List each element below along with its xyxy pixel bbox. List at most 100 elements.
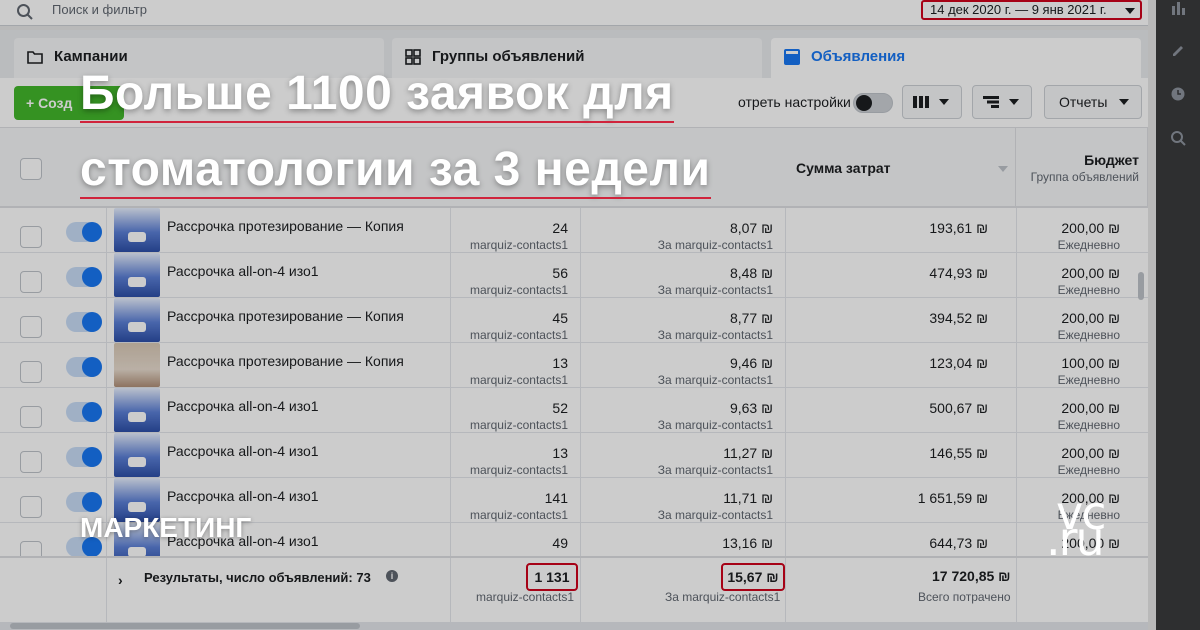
results-sublabel: marquiz-contacts1: [469, 238, 568, 252]
table-row[interactable]: Рассрочка all-on-4 изо1 56 marquiz-contact…: [0, 253, 1148, 298]
headline-underline: [80, 121, 674, 123]
view-settings-toggle[interactable]: [853, 93, 893, 113]
cost-sublabel: За marquiz-contacts1: [657, 418, 773, 432]
info-icon[interactable]: i: [386, 570, 398, 582]
vc-ru-logo: vc .ru: [1046, 486, 1126, 566]
tab-ads[interactable]: Объявления: [771, 38, 1141, 78]
cost-per-result: 11,27 ₪: [723, 445, 773, 461]
ad-toggle[interactable]: [66, 222, 102, 242]
columns-icon: [913, 96, 929, 108]
ad-toggle[interactable]: [66, 492, 102, 512]
divider: [1016, 558, 1017, 624]
table-row[interactable]: Рассрочка протезирование — Копия 24 marqui…: [0, 208, 1148, 253]
breakdown-icon: [983, 96, 999, 108]
cost-sublabel: За marquiz-contacts1: [657, 238, 773, 252]
toggle-knob: [82, 267, 102, 287]
ad-toggle[interactable]: [66, 357, 102, 377]
select-all-checkbox[interactable]: [20, 158, 42, 180]
amount-spent: 394,52 ₪: [929, 310, 988, 326]
ad-name[interactable]: Рассрочка all-on-4 изо1: [167, 263, 319, 279]
column-label: Бюджет: [1084, 152, 1139, 168]
bar-chart-icon[interactable]: [1170, 0, 1186, 16]
date-range-picker[interactable]: 14 дек 2020 г. — 9 янв 2021 г.: [921, 0, 1142, 20]
results-sublabel: marquiz-contacts1: [469, 283, 568, 297]
amount-spent: 644,73 ₪: [929, 535, 988, 551]
ad-thumbnail: [114, 388, 160, 432]
cost-per-result: 11,71 ₪: [723, 490, 773, 506]
right-rail: [1156, 0, 1200, 630]
reports-button[interactable]: Отчеты: [1044, 85, 1142, 119]
chevron-down-icon: [1125, 8, 1135, 14]
cost-sublabel: За marquiz-contacts1: [657, 463, 773, 477]
budget-sublabel: Ежедневно: [1057, 238, 1120, 252]
ad-name[interactable]: Рассрочка all-on-4 изо1: [167, 398, 319, 414]
tooth-graphic: [128, 232, 146, 242]
results-value: 141: [544, 490, 568, 506]
results-sublabel: marquiz-contacts1: [469, 373, 568, 387]
column-header-budget[interactable]: Бюджет Группа объявлений: [1016, 128, 1148, 208]
toggle-knob: [82, 447, 102, 467]
ad-icon: [784, 49, 800, 65]
toggle-knob: [82, 312, 102, 332]
row-checkbox[interactable]: [20, 451, 42, 473]
scrollbar-thumb[interactable]: [10, 623, 360, 629]
ad-name[interactable]: Рассрочка протезирование — Копия: [167, 218, 404, 234]
ad-toggle[interactable]: [66, 447, 102, 467]
table-row[interactable]: Рассрочка all-on-4 изо1 13 marquiz-contact…: [0, 433, 1148, 478]
results-total-sublabel: marquiz-contacts1: [476, 590, 575, 604]
divider: [450, 558, 451, 624]
row-checkbox[interactable]: [20, 496, 42, 518]
ad-thumbnail: [114, 343, 160, 387]
column-sublabel: Группа объявлений: [1030, 170, 1139, 184]
tooth-graphic: [128, 457, 146, 467]
divider: [106, 558, 107, 624]
ad-name[interactable]: Рассрочка all-on-4 изо1: [167, 488, 319, 504]
edit-icon[interactable]: [1170, 42, 1186, 58]
category-label: МАРКЕТИНГ: [80, 512, 252, 543]
ad-name[interactable]: Рассрочка протезирование — Копия: [167, 308, 404, 324]
ad-name[interactable]: Рассрочка all-on-4 изо1: [167, 443, 319, 459]
view-settings-label: отреть настройки: [738, 94, 851, 110]
ad-toggle[interactable]: [66, 312, 102, 332]
columns-button[interactable]: [902, 85, 962, 119]
amount-spent: 1 651,59 ₪: [917, 490, 988, 506]
row-checkbox[interactable]: [20, 361, 42, 383]
breakdown-button[interactable]: [972, 85, 1032, 119]
vertical-scrollbar[interactable]: [1138, 272, 1144, 300]
ad-name[interactable]: Рассрочка протезирование — Копия: [167, 353, 404, 369]
table-row[interactable]: Рассрочка протезирование — Копия 45 marqui…: [0, 298, 1148, 343]
cost-per-result: 9,63 ₪: [729, 400, 773, 416]
clock-icon[interactable]: [1170, 86, 1186, 102]
cost-per-result: 8,77 ₪: [729, 310, 773, 326]
horizontal-scrollbar[interactable]: [0, 622, 1148, 630]
inspect-icon[interactable]: [1170, 130, 1186, 146]
folder-icon: [27, 51, 43, 64]
budget-sublabel: Ежедневно: [1057, 418, 1120, 432]
ad-toggle[interactable]: [66, 402, 102, 422]
search-input[interactable]: Поиск и фильтр: [52, 2, 147, 17]
table-row[interactable]: Рассрочка протезирование — Копия 13 marqui…: [0, 343, 1148, 388]
table-row[interactable]: Рассрочка all-on-4 изо1 52 marquiz-contact…: [0, 388, 1148, 433]
budget-value: 200,00 ₪: [1061, 310, 1120, 326]
headline-line-1: Больше 1100 заявок для: [80, 66, 674, 123]
budget-sublabel: Ежедневно: [1057, 328, 1120, 342]
chevron-right-icon[interactable]: ›: [118, 572, 123, 588]
budget-sublabel: Ежедневно: [1057, 373, 1120, 387]
results-summary-label: Результаты, число объявлений: 73: [144, 570, 371, 585]
budget-value: 200,00 ₪: [1061, 265, 1120, 281]
row-checkbox[interactable]: [20, 226, 42, 248]
date-range-label: 14 дек 2020 г. — 9 янв 2021 г.: [930, 2, 1107, 17]
results-value: 52: [552, 400, 568, 416]
results-value: 13: [552, 355, 568, 371]
search-bar[interactable]: Поиск и фильтр 14 дек 2020 г. — 9 янв 20…: [0, 0, 1148, 26]
ad-toggle[interactable]: [66, 267, 102, 287]
ad-thumbnail: [114, 208, 160, 252]
row-checkbox[interactable]: [20, 406, 42, 428]
cost-sublabel: За marquiz-contacts1: [657, 283, 773, 297]
tooth-graphic: [128, 322, 146, 332]
row-checkbox[interactable]: [20, 316, 42, 338]
chevron-down-icon: [1009, 99, 1019, 105]
row-checkbox[interactable]: [20, 271, 42, 293]
spend-total: 17 720,85 ₪: [932, 568, 1011, 584]
amount-spent: 500,67 ₪: [929, 400, 988, 416]
